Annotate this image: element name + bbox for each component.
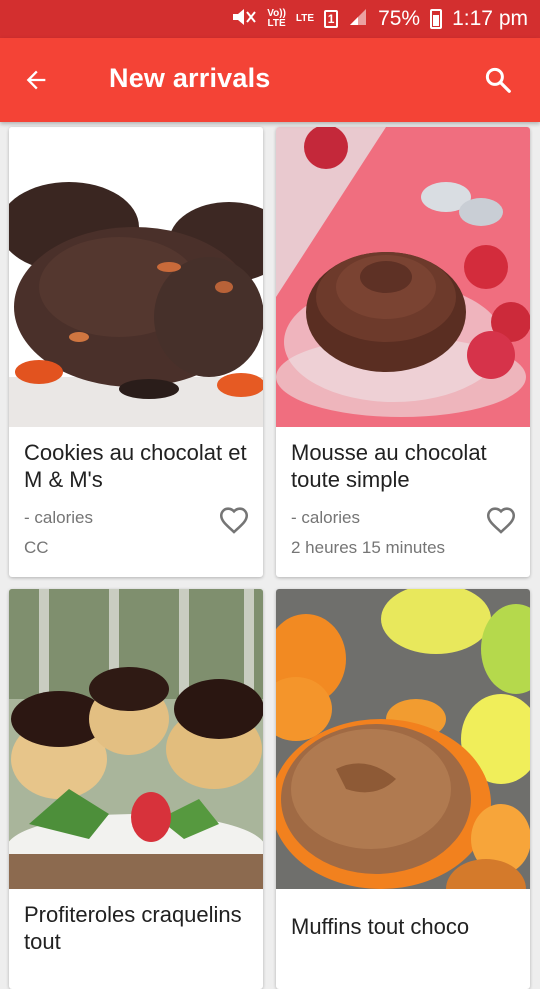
heart-outline-icon — [486, 507, 516, 534]
battery-icon — [430, 9, 443, 29]
recipe-calories: - calories — [24, 508, 93, 527]
recipe-meta: 2 heures 15 minutes — [291, 538, 446, 557]
search-button[interactable] — [480, 62, 516, 98]
mute-icon — [231, 7, 257, 32]
recipe-card[interactable]: Muffins tout choco — [276, 589, 530, 989]
recipe-calories: - calories — [291, 508, 360, 527]
heart-outline-icon — [219, 507, 249, 534]
chocolate-mousse-photo — [276, 127, 530, 427]
page-title: New arrivals — [109, 63, 271, 93]
chocolate-muffins-photo — [276, 589, 530, 889]
search-icon — [485, 67, 511, 93]
recipe-title: Cookies au chocolat et M & M's — [24, 440, 247, 492]
battery-percent: 75% — [378, 7, 421, 30]
favorite-button[interactable] — [484, 503, 518, 537]
favorite-button[interactable] — [217, 503, 251, 537]
chocolate-cookies-photo — [9, 127, 263, 427]
clock: 1:17 pm — [452, 7, 528, 30]
profiteroles-photo — [9, 589, 263, 889]
signal-icon — [348, 7, 368, 32]
recipe-title: Profiteroles craquelins tout — [24, 902, 242, 954]
recipe-card[interactable]: Profiteroles craquelins tout — [9, 589, 263, 989]
recipe-meta: CC — [24, 538, 49, 557]
recipe-card[interactable]: Cookies au chocolat et M & M's - calorie… — [9, 127, 263, 577]
back-button[interactable] — [18, 62, 54, 98]
status-bar: Vo)) LTE LTE 1 75% 1:17 pm — [0, 0, 540, 38]
recipe-card[interactable]: Mousse au chocolat toute simple - calori… — [276, 127, 530, 577]
lte-indicator: LTE — [295, 13, 315, 24]
recipe-title: Muffins tout choco — [291, 914, 470, 939]
app-bar: New arrivals — [0, 38, 540, 122]
arrow-back-icon — [26, 70, 46, 90]
sim-icon: 1 — [324, 10, 339, 28]
volte-indicator: Vo)) LTE — [267, 8, 286, 29]
recipe-title: Mousse au chocolat toute simple — [291, 440, 487, 492]
